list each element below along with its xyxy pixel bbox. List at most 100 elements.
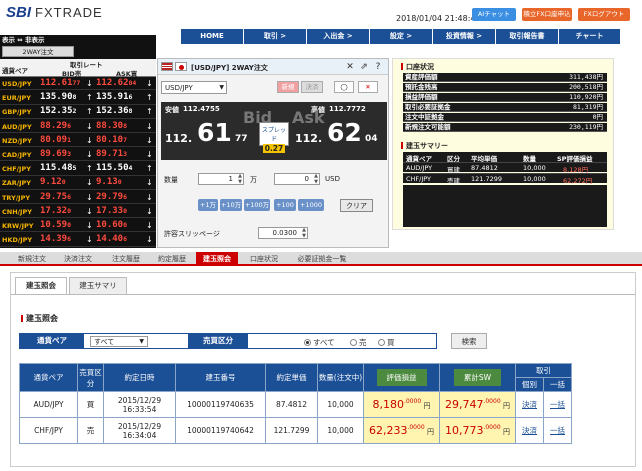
- quick-add-100k-button[interactable]: +10万: [220, 199, 242, 211]
- rate-ask[interactable]: 17.330: [96, 206, 127, 216]
- rate-arrow-icon: ↓: [86, 121, 93, 131]
- pair-select-value: USD/JPY: [165, 84, 193, 92]
- menu-info[interactable]: 投資情報 >: [433, 29, 496, 44]
- radio-all[interactable]: すべて: [304, 337, 335, 348]
- qty-input-value: 1: [228, 175, 233, 183]
- rate-ask[interactable]: 115.504: [96, 163, 132, 173]
- account-row-value: 110,920円: [569, 93, 603, 101]
- filter-pair-select[interactable]: すべて ▼: [90, 336, 148, 347]
- rate-bid[interactable]: 115.485: [40, 163, 76, 173]
- circle-toggle-icon[interactable]: ◯: [334, 81, 354, 93]
- rate-ask[interactable]: 9.130: [96, 177, 122, 187]
- ask-price-big[interactable]: 62: [327, 118, 362, 147]
- menu-trade[interactable]: 取引 >: [244, 29, 307, 44]
- settle-order-button[interactable]: 決済: [301, 81, 323, 93]
- rate-ask[interactable]: 14.406: [96, 234, 127, 244]
- open-account-button[interactable]: 積立FX口座申込: [522, 8, 572, 21]
- quick-add-1m-button[interactable]: +100万: [244, 199, 270, 211]
- twoway-order-tab[interactable]: 2WAY注文: [2, 46, 74, 57]
- spinner-icon[interactable]: ▲ ▼: [302, 227, 306, 239]
- rate-ask[interactable]: 152.368: [96, 106, 132, 116]
- rate-ask[interactable]: 135.916: [96, 92, 132, 102]
- slippage-input[interactable]: 0.0300 ▲ ▼: [258, 227, 308, 239]
- rate-bid[interactable]: 29.756: [40, 192, 71, 202]
- rate-row[interactable]: CHF/JPY 115.485 ↑ 115.504 ↑: [0, 162, 156, 176]
- rate-bid[interactable]: 112.6177: [40, 78, 80, 88]
- spinner-icon[interactable]: ▲ ▼: [314, 173, 318, 185]
- tab-settle-order[interactable]: 決済注文: [58, 252, 98, 266]
- qty-input[interactable]: 1 ▲ ▼: [198, 173, 244, 185]
- settle-link[interactable]: 決済: [522, 426, 537, 435]
- rate-bid[interactable]: 80.091: [40, 135, 71, 145]
- rate-row[interactable]: CAD/JPY 89.693 ↓ 89.713 ↓: [0, 148, 156, 162]
- search-button[interactable]: 検索: [451, 333, 487, 349]
- rate-ask[interactable]: 29.796: [96, 192, 127, 202]
- rate-row[interactable]: KRW/JPY 10.590 ↓ 10.600 ↓: [0, 219, 156, 233]
- popout-icon[interactable]: ⇗: [359, 62, 369, 72]
- rate-bid[interactable]: 10.590: [40, 220, 71, 230]
- rate-ask[interactable]: 10.600: [96, 220, 127, 230]
- settle-link[interactable]: 決済: [522, 400, 537, 409]
- help-icon[interactable]: ?: [373, 62, 383, 72]
- rate-bid[interactable]: 14.396: [40, 234, 71, 244]
- rate-ask[interactable]: 88.308: [96, 121, 127, 131]
- menu-chart[interactable]: チャート: [559, 29, 621, 44]
- rate-bid[interactable]: 89.693: [40, 149, 71, 159]
- tab-margin-list[interactable]: 必要証拠金一覧: [290, 252, 354, 266]
- subtab-position-summary[interactable]: 建玉サマリ: [69, 277, 127, 294]
- rate-bid[interactable]: 17.320: [40, 206, 71, 216]
- x-toggle-icon[interactable]: ✕: [358, 81, 378, 93]
- quick-add-1000-button[interactable]: +1000: [298, 199, 324, 211]
- new-order-button[interactable]: 新規: [277, 81, 299, 93]
- rate-row[interactable]: GBP/JPY 152.352 ↑ 152.368 ↑: [0, 105, 156, 119]
- qty2-input[interactable]: 0 ▲ ▼: [274, 173, 320, 185]
- rate-bid[interactable]: 88.296: [40, 121, 71, 131]
- logout-button[interactable]: FXログアウト: [578, 8, 630, 21]
- rate-ask[interactable]: 112.6204: [96, 78, 136, 88]
- rate-row[interactable]: ZAR/JPY 9.120 ↓ 9.130 ↓: [0, 176, 156, 190]
- quick-add-100-button[interactable]: +100: [274, 199, 296, 211]
- menu-report[interactable]: 取引報告書: [496, 29, 559, 44]
- rate-bid[interactable]: 135.908: [40, 92, 76, 102]
- close-icon[interactable]: ✕: [345, 62, 355, 72]
- bid-price-big[interactable]: 61: [197, 118, 232, 147]
- show-hide-toggle[interactable]: 表示 ⇔ 非表示: [2, 35, 70, 45]
- rate-row[interactable]: USD/JPY 112.6177 ↓ 112.6204 ↓: [0, 77, 156, 91]
- rate-row[interactable]: HKD/JPY 14.396 ↓ 14.406 ↓: [0, 233, 156, 247]
- function-tabs: 新規注文 決済注文 注文履歴 約定履歴 建玉照会 口座状況 必要証拠金一覧: [0, 252, 642, 266]
- radio-buy[interactable]: 買: [378, 337, 395, 348]
- spinner-icon[interactable]: ▲ ▼: [238, 173, 242, 185]
- bid-price-prefix[interactable]: 112.: [165, 132, 192, 145]
- rate-row[interactable]: AUD/JPY 88.296 ↓ 88.308 ↓: [0, 120, 156, 133]
- rate-bid[interactable]: 9.120: [40, 177, 66, 187]
- menu-deposit[interactable]: 入出金 >: [307, 29, 370, 44]
- menu-home[interactable]: HOME: [181, 29, 244, 44]
- tab-order-history[interactable]: 注文履歴: [106, 252, 146, 266]
- radio-sell[interactable]: 売: [350, 337, 367, 348]
- pair-select[interactable]: USD/JPY ▼: [161, 81, 227, 94]
- subtab-position-inquiry[interactable]: 建玉照会: [15, 277, 67, 294]
- rate-bid-main: 10.59: [40, 220, 68, 230]
- quick-add-10k-button[interactable]: +1万: [198, 199, 218, 211]
- rate-bid[interactable]: 152.352: [40, 106, 76, 116]
- tab-position-inquiry[interactable]: 建玉照会: [196, 252, 238, 266]
- ask-price-suffix[interactable]: 04: [365, 134, 378, 144]
- ai-chat-button[interactable]: AIチャット: [472, 8, 516, 21]
- rate-row[interactable]: CNH/JPY 17.320 ↓ 17.330 ↓: [0, 205, 156, 219]
- tab-execution-history[interactable]: 約定履歴: [152, 252, 192, 266]
- rate-row[interactable]: NZD/JPY 80.091 ↓ 80.107 ↓: [0, 134, 156, 148]
- tab-new-order[interactable]: 新規注文: [12, 252, 52, 266]
- cell-date: 2015/12/29: [117, 421, 162, 431]
- rate-ask[interactable]: 80.107: [96, 135, 127, 145]
- bulk-settle-link[interactable]: 一括: [550, 400, 565, 409]
- clear-button[interactable]: クリア: [340, 199, 373, 212]
- rate-ask[interactable]: 89.713: [96, 149, 127, 159]
- bid-price-suffix[interactable]: 77: [235, 134, 248, 144]
- bulk-settle-link[interactable]: 一括: [550, 426, 565, 435]
- tab-account-status[interactable]: 口座状況: [244, 252, 284, 266]
- rate-row[interactable]: EUR/JPY 135.908 ↑ 135.916 ↑: [0, 91, 156, 105]
- rate-row[interactable]: TRY/JPY 29.756 ↓ 29.796 ↓: [0, 191, 156, 204]
- menu-settings[interactable]: 設定 >: [370, 29, 433, 44]
- th-side: 売買区分: [77, 363, 104, 392]
- ask-price-prefix[interactable]: 112.: [295, 132, 322, 145]
